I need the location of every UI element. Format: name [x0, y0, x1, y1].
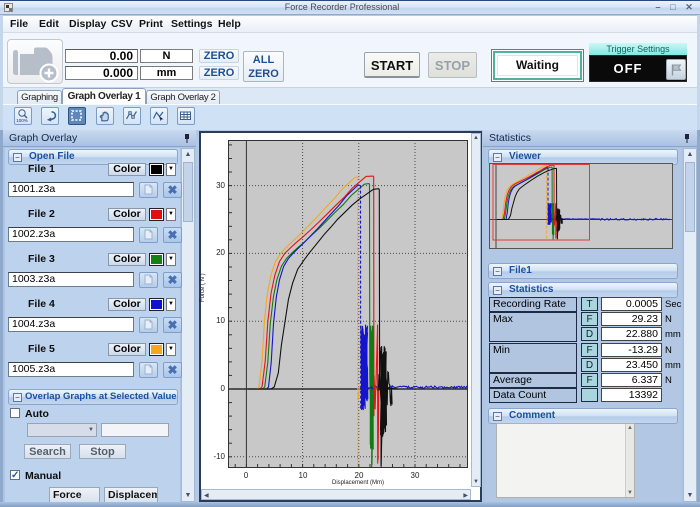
svg-text:100%: 100%: [16, 118, 28, 123]
